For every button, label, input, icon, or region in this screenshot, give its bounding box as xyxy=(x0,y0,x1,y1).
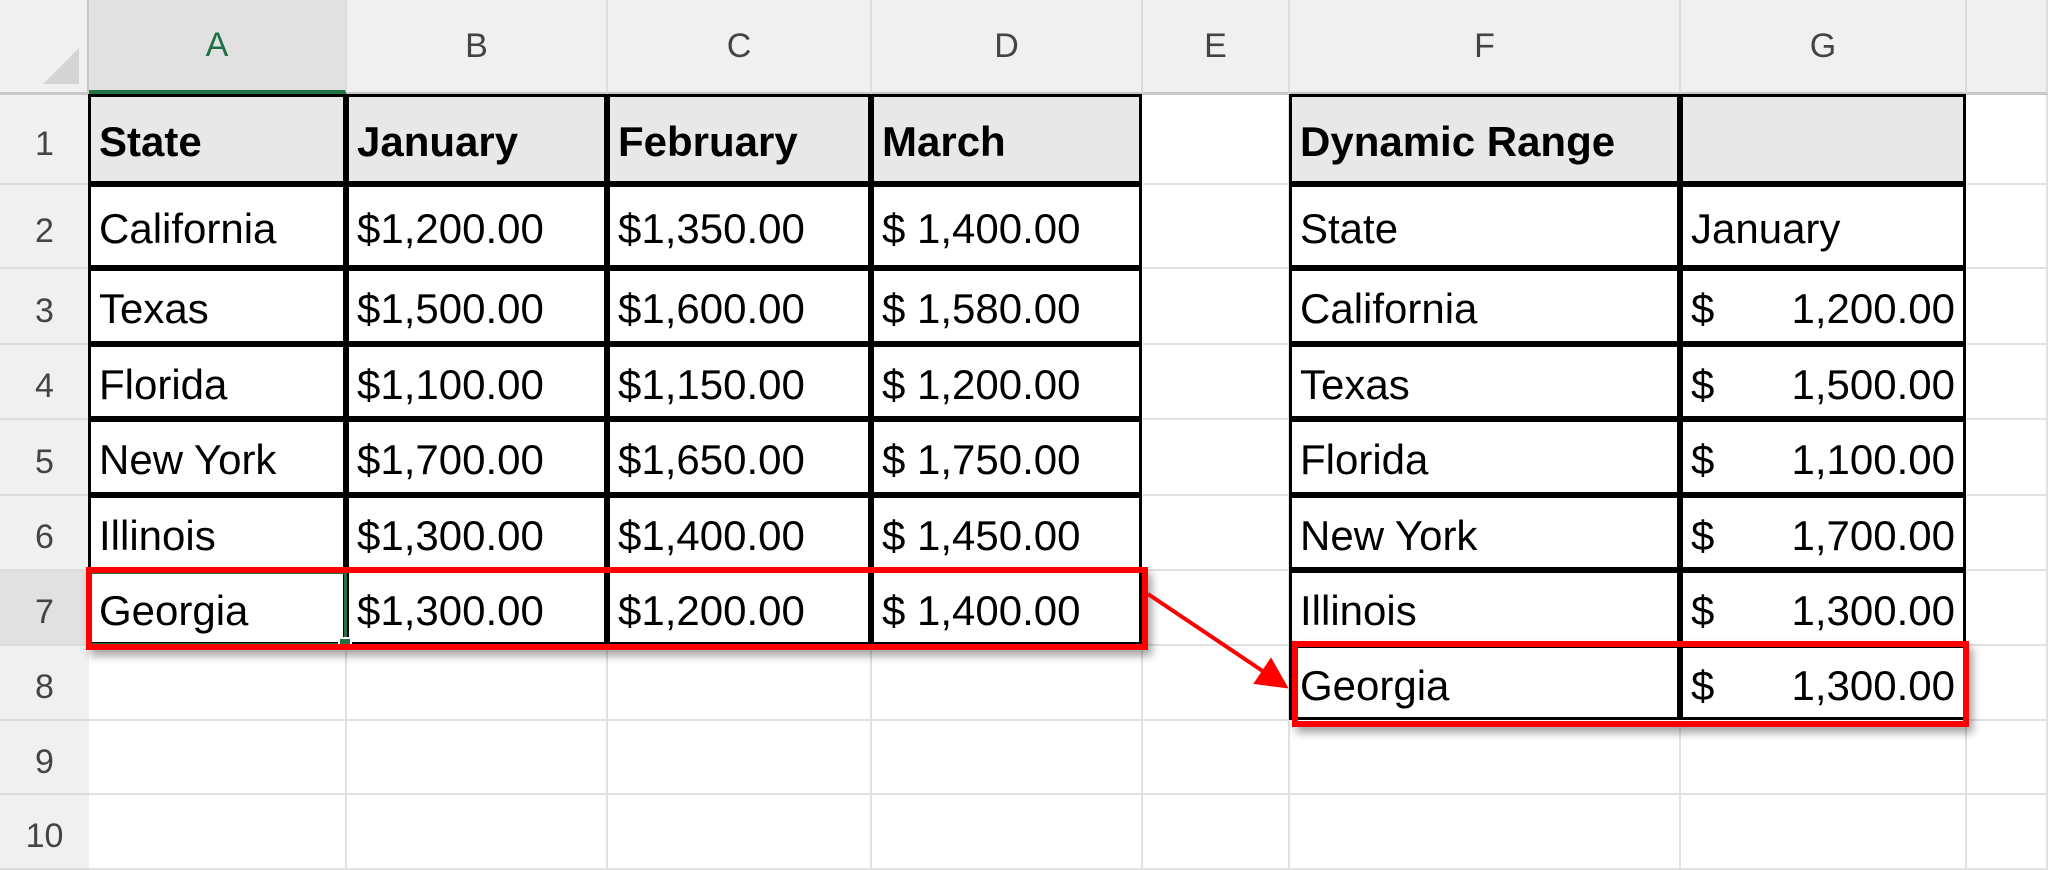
arrow-icon xyxy=(1146,592,1289,689)
